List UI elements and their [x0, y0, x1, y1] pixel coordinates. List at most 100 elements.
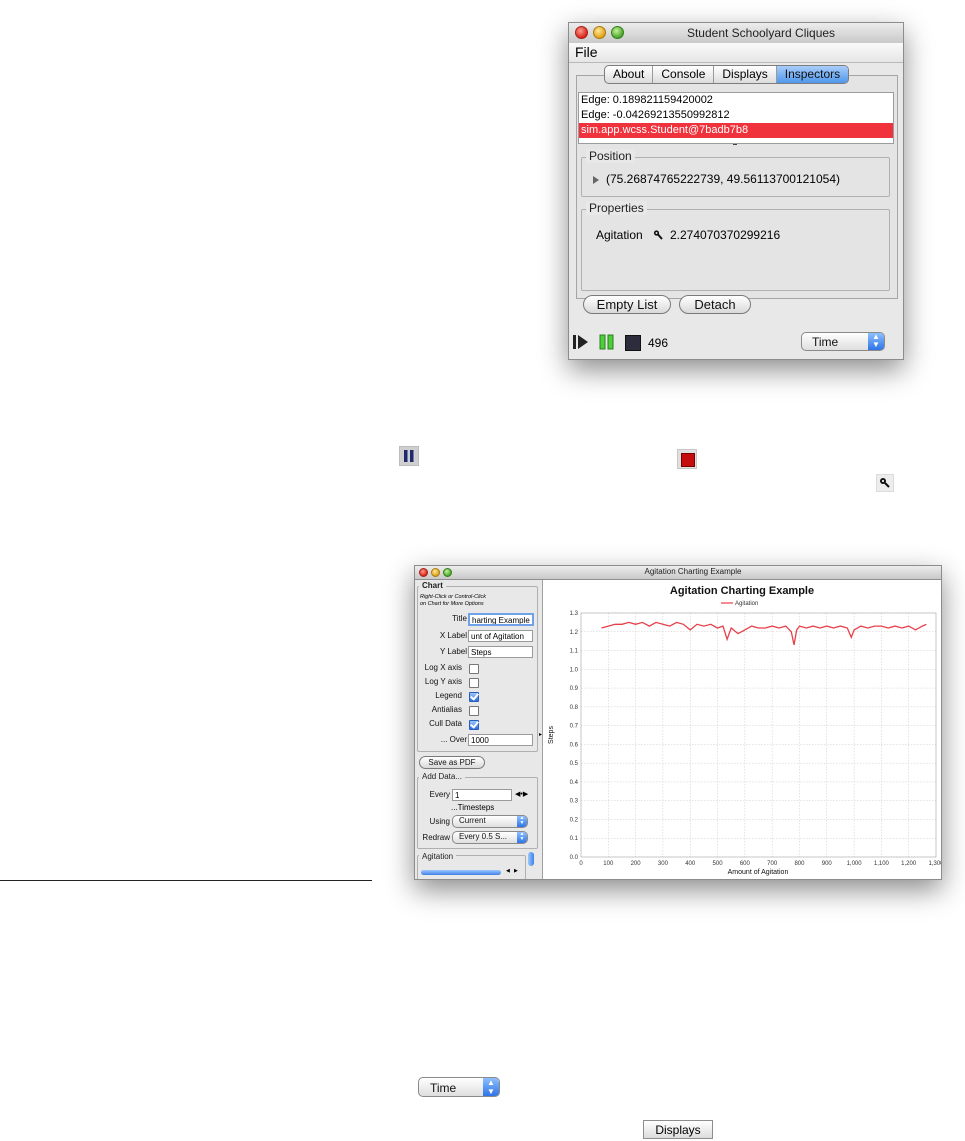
window-title: Student Schoolyard Cliques	[686, 26, 836, 40]
time-popup[interactable]: Time ▲ ▼	[418, 1077, 500, 1097]
tab-displays[interactable]: Displays	[714, 66, 777, 83]
stop-icon[interactable]	[677, 449, 697, 469]
x-tick-label: 1,100	[874, 861, 890, 867]
list-item[interactable]: Edge: 0.189821159420002	[579, 93, 893, 108]
over-field[interactable]: 1000	[468, 734, 533, 746]
xlabel-label: X Label	[439, 631, 467, 640]
logy-checkbox[interactable]	[469, 678, 479, 688]
y-tick-label: 0.5	[570, 761, 579, 767]
legend-checkbox[interactable]	[469, 692, 479, 702]
position-value: (75.26874765222739, 49.56113700121054)	[606, 172, 840, 186]
y-tick-label: 1.1	[570, 649, 579, 655]
inspector-list[interactable]: Edge: 0.189821159420002 Edge: -0.0426921…	[578, 92, 894, 144]
logx-checkbox[interactable]	[469, 664, 479, 674]
horizontal-rule	[0, 880, 372, 881]
split-divider-handle[interactable]: ▸	[539, 731, 542, 738]
vertical-scrollbar-thumb[interactable]	[528, 852, 534, 866]
y-tick-label: 0.4	[570, 780, 579, 786]
list-item-selected[interactable]: sim.app.wcss.Student@7badb7b8	[579, 123, 893, 138]
x-tick-label: 400	[685, 861, 696, 867]
chart-titlebar: Agitation Charting Example	[415, 566, 941, 580]
redraw-popup[interactable]: Every 0.5 S... ▲ ▼	[452, 831, 528, 844]
save-as-pdf-button[interactable]: Save as PDF	[419, 756, 485, 769]
tab-displays-label: Displays	[655, 1123, 701, 1137]
y-tick-label: 0.6	[570, 742, 579, 748]
y-tick-label: 1.3	[570, 611, 579, 617]
tab-displays[interactable]: Displays	[643, 1120, 713, 1139]
scroll-right-icon[interactable]: ▶	[514, 868, 518, 874]
minimize-button[interactable]	[593, 26, 606, 39]
every-field[interactable]: 1	[452, 789, 512, 801]
console-window: Student Schoolyard Cliques File About Co…	[568, 22, 904, 360]
y-tick-label: 0.7	[570, 724, 579, 730]
xlabel-field[interactable]: unt of Agitation	[468, 630, 533, 642]
antialias-checkbox[interactable]	[469, 706, 479, 716]
stepper-arrows-icon[interactable]: ◀•▶	[515, 790, 528, 798]
x-tick-label: 1,200	[901, 861, 917, 867]
split-divider-handle[interactable]	[733, 144, 737, 148]
pause-icon[interactable]	[399, 446, 419, 466]
x-axis-label: Amount of Agitation	[728, 869, 789, 876]
pause-icon[interactable]	[599, 334, 615, 350]
tab-about[interactable]: About	[605, 66, 654, 83]
x-tick-label: 1,300	[928, 861, 941, 867]
detach-button[interactable]: Detach	[679, 295, 751, 314]
series-scroll-thumb[interactable]	[421, 870, 501, 875]
position-group: Position (75.26874765222739, 49.56113700…	[581, 149, 890, 197]
chart-hint-line1: Right-Click or Control-Click	[420, 594, 487, 600]
tab-console[interactable]: Console	[653, 66, 715, 83]
ylabel-label: Y Label	[440, 647, 467, 656]
property-value: 2.274070370299216	[670, 228, 781, 242]
legend-label: Legend	[435, 691, 462, 700]
menu-bar: File	[569, 43, 903, 63]
list-item[interactable]: Edge: -0.04269213550992812	[579, 108, 893, 123]
y-tick-label: 1.2	[570, 630, 579, 636]
x-tick-label: 500	[713, 861, 724, 867]
tab-inspectors[interactable]: Inspectors	[776, 66, 849, 83]
stop-icon[interactable]	[625, 335, 641, 351]
popup-arrows-icon: ▲ ▼	[868, 333, 884, 350]
close-button[interactable]	[575, 26, 588, 39]
window-title: Agitation Charting Example	[644, 567, 742, 576]
position-legend: Position	[586, 149, 635, 163]
series-legend: Agitation	[419, 852, 457, 861]
wrench-icon[interactable]	[653, 228, 663, 240]
zoom-button[interactable]	[611, 26, 624, 39]
time-popup[interactable]: Time ▲ ▼	[801, 332, 885, 351]
play-icon[interactable]	[573, 334, 589, 350]
timesteps-label: ...Timesteps	[451, 803, 495, 812]
series-line-agitation	[601, 621, 927, 646]
y-axis-label: Steps	[548, 726, 555, 744]
cull-data-checkbox[interactable]	[469, 720, 479, 730]
property-name: Agitation	[596, 228, 643, 242]
empty-list-button[interactable]: Empty List	[583, 295, 671, 314]
x-tick-label: 300	[658, 861, 669, 867]
logy-label: Log Y axis	[424, 677, 462, 686]
ylabel-field[interactable]: Steps	[468, 646, 533, 658]
plot-area-frame	[580, 612, 937, 858]
x-tick-label: 100	[603, 861, 614, 867]
minimize-button[interactable]	[431, 568, 440, 577]
over-label: ... Over	[440, 735, 467, 744]
x-tick-label: 700	[767, 861, 778, 867]
using-popup[interactable]: Current ▲ ▼	[452, 815, 528, 828]
menu-file[interactable]: File	[575, 44, 598, 60]
series-group: Agitation ◀ ▶	[417, 852, 526, 879]
cull-data-label: Cull Data	[429, 719, 462, 728]
disclosure-triangle-icon[interactable]	[593, 176, 599, 184]
using-label: Using	[429, 817, 450, 826]
x-tick-label: 600	[740, 861, 751, 867]
scroll-left-icon[interactable]: ◀	[506, 868, 510, 874]
agitation-chart[interactable]: Agitation Charting Example Agitation 0.0…	[543, 580, 941, 879]
x-tick-label: 900	[822, 861, 833, 867]
legend-label: Agitation	[735, 601, 758, 607]
title-field[interactable]: harting Example	[468, 613, 534, 626]
close-button[interactable]	[419, 568, 428, 577]
y-tick-label: 0.1	[570, 836, 579, 842]
chart-title: Agitation Charting Example	[670, 585, 814, 597]
tab-bar: About Console Displays Inspectors	[604, 65, 850, 84]
wrench-icon[interactable]	[876, 474, 894, 492]
x-tick-label: 200	[631, 861, 642, 867]
y-tick-label: 0.0	[570, 855, 579, 861]
zoom-button[interactable]	[443, 568, 452, 577]
